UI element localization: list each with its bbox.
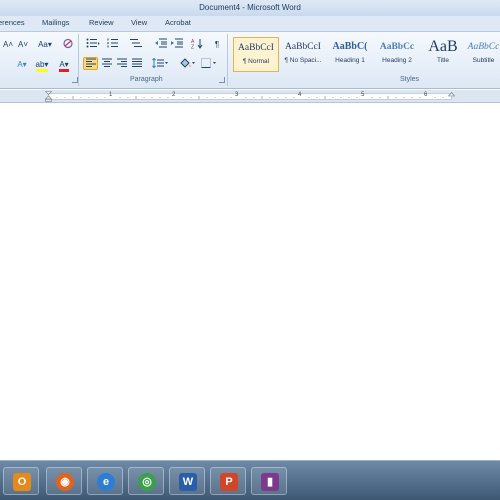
- numbering-button[interactable]: [105, 38, 123, 51]
- chrome-icon: ◎: [138, 473, 156, 491]
- style-title[interactable]: AaB Title: [420, 37, 466, 72]
- style-label: Heading 2: [382, 57, 412, 64]
- style-label: ¶ No Spaci...: [284, 57, 322, 64]
- clear-formatting-icon: [63, 38, 73, 49]
- increase-indent-button[interactable]: [170, 38, 184, 51]
- style-heading-1[interactable]: AaBbC( Heading 1: [327, 37, 373, 72]
- ruler-number: 6: [424, 92, 428, 98]
- align-right-button[interactable]: [115, 58, 129, 71]
- ruler-number: 5: [361, 92, 365, 98]
- align-center-button[interactable]: [100, 58, 114, 71]
- increase-indent-icon: [171, 38, 183, 48]
- style-heading-2[interactable]: AaBbCc Heading 2: [374, 37, 420, 72]
- bullets-icon: [86, 38, 100, 48]
- style-label: Title: [436, 57, 450, 64]
- style-sample: AaBbCc: [379, 42, 415, 52]
- numbering-icon: [107, 38, 118, 48]
- taskbar-internet-explorer[interactable]: e: [87, 467, 123, 495]
- ribbon-tabs: erences Mailings Review View Acrobat: [0, 16, 500, 31]
- ruler-number: 4: [298, 92, 302, 98]
- highlight-label: ab▾: [35, 60, 49, 72]
- style-sample: AaBbCcI: [285, 42, 321, 52]
- group-separator: [78, 34, 79, 86]
- bullets-button[interactable]: [84, 38, 102, 51]
- ruler-number: 1: [109, 92, 113, 98]
- style-normal[interactable]: AaBbCcI ¶ Normal: [233, 37, 279, 72]
- group-separator: [227, 34, 228, 86]
- line-spacing-icon: [152, 57, 168, 69]
- window-title: Document4 - Microsoft Word: [199, 3, 301, 12]
- multilevel-list-button[interactable]: [127, 38, 145, 51]
- app-icon: ▮: [261, 473, 279, 491]
- font-color-button[interactable]: A▾: [54, 58, 74, 72]
- justify-icon: [132, 58, 142, 67]
- style-label: ¶ Normal: [242, 58, 270, 65]
- taskbar-outlook[interactable]: O: [3, 467, 39, 495]
- style-sample: AaBbCcI: [238, 43, 274, 53]
- taskbar-word[interactable]: W: [169, 467, 205, 495]
- paragraph-dialog-launcher[interactable]: [219, 77, 225, 83]
- tab-acrobat[interactable]: Acrobat: [165, 18, 191, 27]
- style-sample: AaBbCc: [467, 42, 500, 52]
- taskbar-app[interactable]: ▮: [251, 467, 287, 495]
- title-bar: Document4 - Microsoft Word: [0, 0, 500, 16]
- horizontal-ruler[interactable]: 1 2 3 4 5 6: [0, 90, 500, 103]
- tab-mailings[interactable]: Mailings: [42, 18, 70, 27]
- shrink-font-button[interactable]: A˅: [15, 38, 31, 51]
- right-indent-marker-icon[interactable]: [448, 92, 455, 100]
- decrease-indent-icon: [155, 38, 167, 48]
- style-subtitle[interactable]: AaBbCc Subtitle: [467, 37, 500, 72]
- ruler-number: 2: [172, 92, 176, 98]
- word-icon: W: [179, 473, 197, 491]
- svg-text:Z: Z: [191, 45, 194, 50]
- align-left-button[interactable]: [83, 57, 98, 70]
- change-case-button[interactable]: Aa▾: [35, 38, 55, 51]
- sort-icon: AZ: [191, 39, 203, 51]
- paint-bucket-icon: [180, 58, 195, 68]
- powerpoint-icon: P: [220, 473, 238, 491]
- internet-explorer-icon: e: [97, 473, 115, 491]
- show-formatting-button[interactable]: ¶: [210, 38, 224, 51]
- decrease-indent-button[interactable]: [154, 38, 168, 51]
- indent-marker-icon[interactable]: [45, 91, 52, 102]
- outlook-icon: O: [13, 473, 31, 491]
- align-center-icon: [102, 58, 112, 67]
- align-right-icon: [117, 58, 127, 67]
- text-effects-button[interactable]: A▾: [12, 58, 32, 71]
- tab-references[interactable]: erences: [0, 18, 25, 27]
- font-dialog-launcher[interactable]: [72, 77, 78, 83]
- style-sample: AaB: [428, 38, 458, 55]
- ruler-number: 3: [235, 92, 239, 98]
- multilevel-list-icon: [130, 39, 142, 47]
- style-no-spacing[interactable]: AaBbCcI ¶ No Spaci...: [280, 37, 326, 72]
- style-label: Subtitle: [472, 57, 495, 64]
- sort-button[interactable]: AZ: [190, 38, 204, 51]
- document-canvas[interactable]: [0, 104, 500, 460]
- justify-button[interactable]: [130, 58, 144, 71]
- grow-font-button[interactable]: A˄: [0, 38, 16, 51]
- clear-formatting-button[interactable]: [61, 38, 75, 51]
- align-left-icon: [85, 58, 96, 67]
- paragraph-group-label: Paragraph: [130, 76, 163, 83]
- firefox-icon: ◉: [56, 473, 74, 491]
- tab-review[interactable]: Review: [89, 18, 114, 27]
- taskbar-powerpoint[interactable]: P: [210, 467, 246, 495]
- style-sample: AaBbC(: [332, 41, 368, 52]
- taskbar-chrome[interactable]: ◎: [128, 467, 164, 495]
- tab-view[interactable]: View: [131, 18, 147, 27]
- highlight-color-button[interactable]: ab▾: [32, 58, 52, 72]
- shading-button[interactable]: [177, 58, 197, 71]
- style-label: Heading 1: [335, 57, 365, 64]
- taskbar: O ◉ e ◎ W P ▮: [0, 460, 500, 500]
- font-color-label: A▾: [59, 60, 69, 72]
- line-spacing-button[interactable]: [150, 57, 170, 71]
- styles-group-label: Styles: [400, 76, 420, 83]
- borders-icon: [201, 58, 216, 68]
- taskbar-firefox[interactable]: ◉: [46, 467, 82, 495]
- ribbon: A˄ A˅ Aa▾ A▾ ab▾ A▾ AZ ¶ Paragraph AaBbC…: [0, 31, 500, 89]
- borders-button[interactable]: [199, 58, 219, 71]
